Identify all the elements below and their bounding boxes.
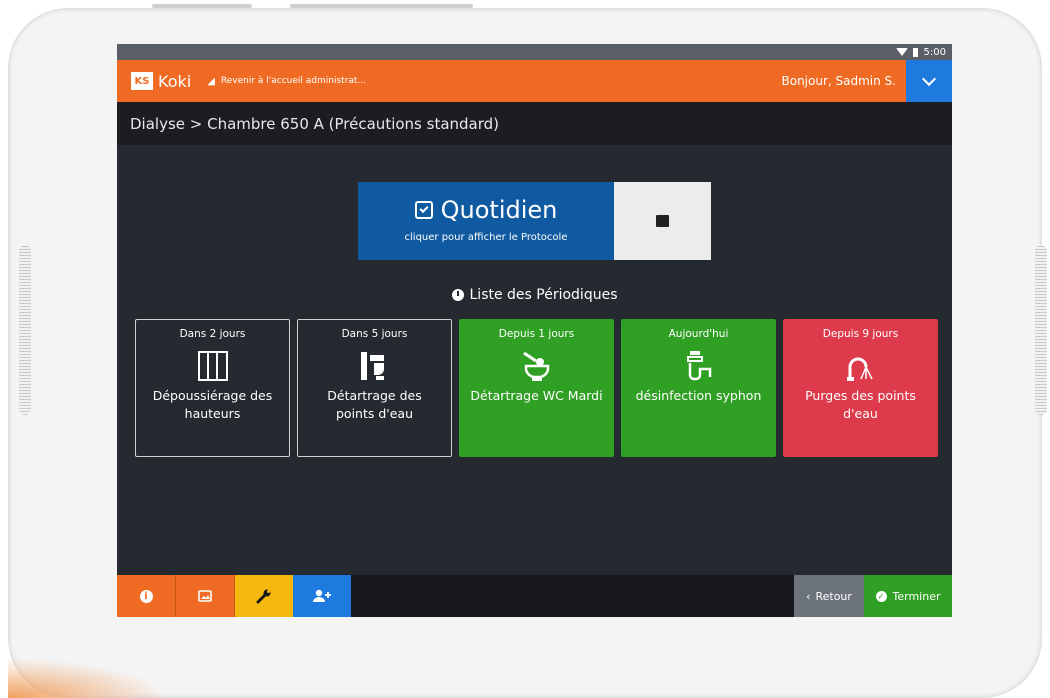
- card-label: désinfection syphon: [635, 388, 762, 403]
- info-button[interactable]: i: [117, 575, 176, 617]
- periodic-card-dusting[interactable]: Dans 2 jours Dépoussiérage des hauteurs: [135, 319, 290, 457]
- periodic-card-purge[interactable]: Depuis 9 jours Purges des points d'eau: [783, 319, 938, 457]
- calendar-check-icon: [414, 201, 433, 219]
- image-button[interactable]: [176, 575, 235, 617]
- chevron-left-icon: ‹: [806, 589, 811, 603]
- clock-icon: [451, 289, 464, 301]
- periodic-card-wc-descaling[interactable]: Depuis 1 jours Détartrage WC Mardi: [459, 319, 614, 457]
- finish-button-label: Terminer: [892, 589, 941, 603]
- periodic-card-siphon[interactable]: Aujourd'hui désinfection syphon: [621, 319, 776, 457]
- card-label: Détartrage des points d'eau: [327, 388, 422, 422]
- broom-icon: ◢: [207, 75, 215, 87]
- toilet-cleaning-icon: [460, 348, 613, 384]
- status-time: 5:00: [923, 46, 946, 58]
- battery-icon: [912, 47, 918, 57]
- periodics-list: Dans 2 jours Dépoussiérage des hauteurs …: [135, 319, 938, 457]
- frame-reflection: [8, 658, 168, 698]
- back-button[interactable]: ‹ Retour: [794, 575, 864, 617]
- info-icon: i: [139, 589, 153, 603]
- card-when: Depuis 9 jours: [822, 328, 899, 340]
- protocol-panel: Quotidien cliquer pour afficher le Proto…: [358, 182, 711, 260]
- card-when: Dans 5 jours: [341, 328, 408, 340]
- volume-button: [152, 4, 252, 8]
- sticky-note-icon: [656, 215, 669, 227]
- user-menu-button[interactable]: [906, 60, 952, 102]
- wifi-icon: [895, 48, 908, 56]
- status-bar: 5:00: [117, 44, 952, 60]
- add-user-icon: [313, 589, 331, 602]
- card-label: Détartrage WC Mardi: [470, 388, 603, 403]
- breadcrumb: Dialyse > Chambre 650 A (Précautions sta…: [117, 102, 952, 145]
- power-button: [290, 4, 473, 8]
- siphon-icon: [622, 348, 775, 384]
- app-header: KS Koki ◢ Revenir à l'accueil administra…: [117, 60, 952, 102]
- app-name[interactable]: Koki: [158, 72, 191, 91]
- daily-protocol-button[interactable]: Quotidien cliquer pour afficher le Proto…: [358, 182, 614, 260]
- chevron-down-icon: [921, 71, 937, 87]
- periodics-heading-text: Liste des Périodiques: [469, 287, 618, 303]
- periodic-card-descaling[interactable]: Dans 5 jours Détartrage des points d'eau: [297, 319, 452, 457]
- protocol-note-button[interactable]: [614, 182, 711, 260]
- back-to-admin-link[interactable]: ◢ Revenir à l'accueil administrat...: [207, 76, 366, 87]
- card-when: Dans 2 jours: [179, 328, 246, 340]
- protocol-subtitle: cliquer pour afficher le Protocole: [404, 232, 568, 243]
- card-label: Purges des points d'eau: [805, 388, 916, 422]
- back-button-label: Retour: [815, 589, 852, 603]
- protocol-title: Quotidien: [440, 196, 558, 224]
- add-user-button[interactable]: [293, 575, 351, 617]
- wrench-icon: [256, 589, 271, 604]
- card-when: Aujourd'hui: [668, 328, 729, 340]
- maintenance-button[interactable]: [235, 575, 293, 617]
- periodics-heading: Liste des Périodiques: [117, 287, 952, 303]
- image-icon: [198, 590, 212, 602]
- check-circle-icon: ✓: [875, 590, 887, 602]
- cabinet-icon: [136, 348, 289, 384]
- bottom-toolbar: i ‹ Retour ✓ Terminer: [117, 575, 952, 617]
- right-speaker: [1035, 245, 1047, 415]
- faucet-icon: [784, 348, 937, 384]
- card-when: Depuis 1 jours: [498, 328, 575, 340]
- card-label: Dépoussiérage des hauteurs: [152, 388, 273, 422]
- finish-button[interactable]: ✓ Terminer: [864, 575, 952, 617]
- app-screen: 5:00 KS Koki ◢ Revenir à l'accueil admin…: [117, 44, 952, 617]
- breadcrumb-text: Dialyse > Chambre 650 A (Précautions sta…: [130, 114, 500, 133]
- sink-cleaning-icon: [298, 348, 451, 384]
- left-speaker: [19, 245, 31, 415]
- back-to-admin-label: Revenir à l'accueil administrat...: [220, 76, 367, 86]
- app-logo[interactable]: KS: [131, 72, 153, 90]
- user-greeting[interactable]: Bonjour, Sadmin S.: [782, 74, 897, 88]
